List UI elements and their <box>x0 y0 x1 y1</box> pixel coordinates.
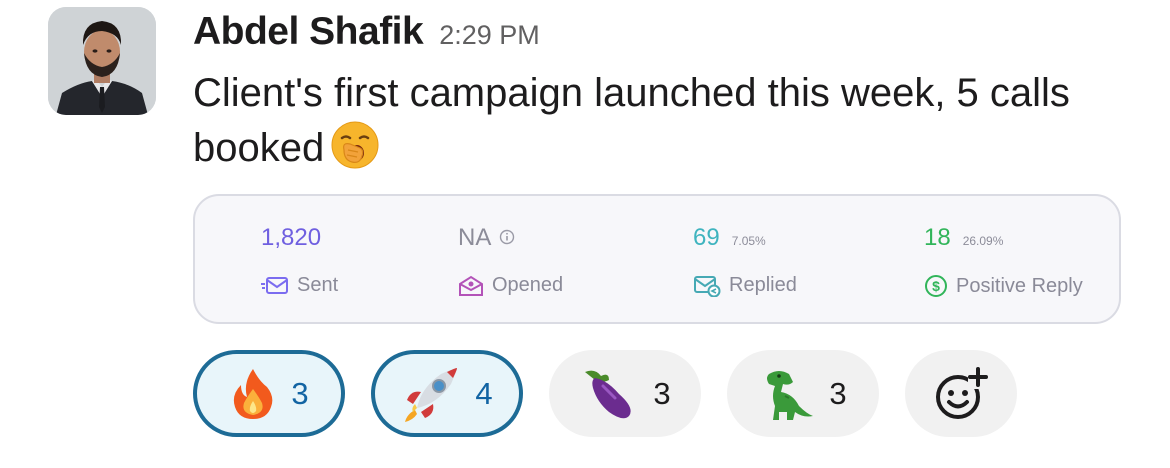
campaign-stats-card: 1,820 Sent NA Opened 69 7.05% Replied 18… <box>193 194 1121 324</box>
stat-replied-label-row: Replied <box>693 274 797 297</box>
envelope-icon <box>261 276 288 294</box>
reaction-t-rex-count: 3 <box>829 375 847 411</box>
t-rex-emoji-icon <box>767 370 814 420</box>
stat-sent-label-row: Sent <box>261 274 338 297</box>
stat-opened-value-row: NA <box>458 224 563 252</box>
avatar[interactable] <box>48 7 156 115</box>
stat-replied-value-row: 69 7.05% <box>693 224 797 252</box>
reactions-bar: 3 4 3 3 <box>193 350 1017 437</box>
stat-positive-reply: 18 26.09% $ Positive Reply <box>924 224 1083 298</box>
author-name[interactable]: Abdel Shafik <box>193 10 424 54</box>
stat-positive-value-row: 18 26.09% <box>924 224 1083 252</box>
fire-emoji-icon <box>234 368 273 419</box>
stat-replied-percent: 7.05% <box>731 234 766 248</box>
stat-positive-label-row: $ Positive Reply <box>924 274 1083 298</box>
stat-positive-label: Positive Reply <box>956 274 1083 297</box>
reaction-t-rex[interactable]: 3 <box>727 350 879 437</box>
timestamp[interactable]: 2:29 PM <box>439 20 540 51</box>
add-reaction-button[interactable] <box>905 350 1017 437</box>
reply-envelope-icon <box>694 275 721 297</box>
stat-opened-label-row: Opened <box>458 274 563 297</box>
message-text: Client's first campaign launched this we… <box>193 71 1070 170</box>
dollar-circle-icon: $ <box>925 275 947 297</box>
stat-sent: 1,820 Sent <box>261 224 338 297</box>
stat-sent-label: Sent <box>297 274 339 296</box>
stat-positive-value: 18 <box>924 224 951 251</box>
add-reaction-icon <box>936 366 988 419</box>
stat-replied-label: Replied <box>729 274 797 296</box>
stat-opened-value: NA <box>458 224 492 251</box>
reaction-fire[interactable]: 3 <box>193 350 345 437</box>
stat-replied: 69 7.05% Replied <box>693 224 797 297</box>
stat-sent-value: 1,820 <box>261 224 322 251</box>
stat-opened-label: Opened <box>492 274 564 296</box>
yawning-face-emoji-icon <box>330 120 380 170</box>
stat-sent-value-row: 1,820 <box>261 224 338 252</box>
reaction-rocket-count: 4 <box>475 375 493 411</box>
message-header: Abdel Shafik 2:29 PM <box>193 10 540 54</box>
stat-opened: NA Opened <box>458 224 563 297</box>
svg-text:$: $ <box>932 278 940 294</box>
eggplant-emoji-icon <box>585 370 632 418</box>
reaction-eggplant-count: 3 <box>653 375 671 411</box>
stat-replied-value: 69 <box>693 224 720 251</box>
reaction-eggplant[interactable]: 3 <box>549 350 701 437</box>
open-envelope-icon <box>459 275 483 296</box>
message: Abdel Shafik 2:29 PM Client's first camp… <box>0 0 1170 468</box>
info-icon[interactable] <box>499 229 515 245</box>
message-body: Client's first campaign launched this we… <box>193 66 1123 175</box>
stat-positive-percent: 26.09% <box>962 234 1004 248</box>
reaction-fire-count: 3 <box>291 375 309 411</box>
rocket-emoji-icon <box>405 367 458 422</box>
reaction-rocket[interactable]: 4 <box>371 350 523 437</box>
